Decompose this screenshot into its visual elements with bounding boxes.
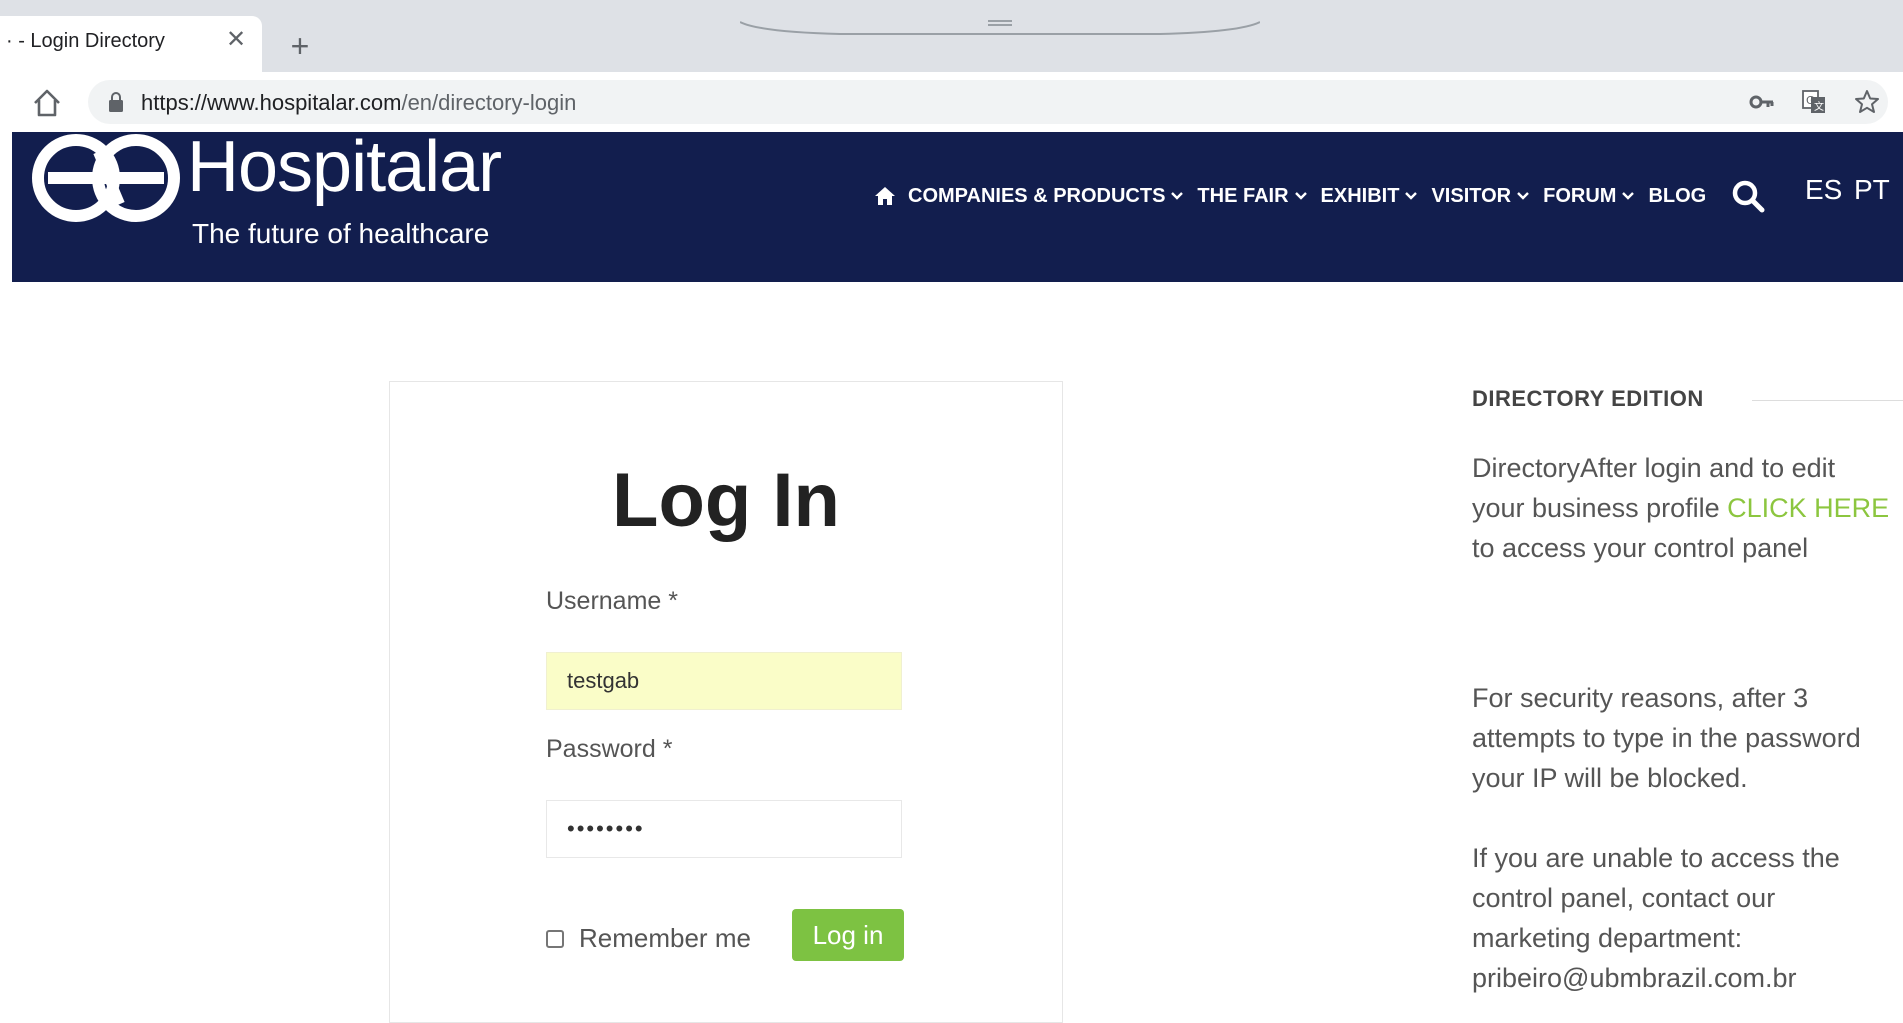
svg-text:文: 文 [1814,100,1824,113]
url-path: /en/directory-login [401,90,577,115]
login-button[interactable]: Log in [792,909,904,961]
sidebar-divider [1752,400,1903,401]
nav-item-label: BLOG [1648,184,1707,207]
translate-icon[interactable]: G 文 [1800,88,1828,116]
remember-me-row: Remember me [546,923,751,954]
nav-item-exhibit[interactable]: EXHIBIT [1321,185,1419,208]
browser-toolbar: https://www.hospitalar.com/en/directory-… [0,72,1903,132]
chevron-down-icon [1517,192,1529,200]
nav-item-label: COMPANIES & PRODUCTS [908,184,1166,207]
home-icon[interactable] [874,186,896,206]
language-es-link[interactable]: ES [1805,174,1842,206]
nav-item-label: VISITOR [1431,184,1512,207]
nav-item-the-fair[interactable]: THE FAIR [1197,185,1307,208]
sidebar-heading: DIRECTORY EDITION [1472,386,1704,411]
main-nav: COMPANIES & PRODUCTS THE FAIR EXHIBIT VI… [874,176,1765,216]
username-label: Username * [546,587,678,615]
nav-item-forum[interactable]: FORUM [1543,185,1635,208]
window-drag-handle-icon[interactable] [740,14,1260,38]
sidebar-paragraph-security: For security reasons, after 3 attempts t… [1472,683,1861,793]
login-card: Log In Username * Password * Remember me… [389,381,1063,1023]
sidebar-paragraph-contact: If you are unable to access the control … [1472,843,1840,993]
nav-item-visitor[interactable]: VISITOR [1431,185,1530,208]
browser-tabstrip: · - Login Directory ✕ + [0,0,1903,72]
tab-close-icon[interactable]: ✕ [222,26,250,54]
nav-item-label: THE FAIR [1197,184,1289,207]
brand-name[interactable]: Hospitalar [187,126,502,208]
key-icon[interactable] [1748,88,1776,116]
password-input[interactable] [546,800,902,858]
remember-me-checkbox[interactable] [546,929,564,948]
password-label: Password * [546,735,673,763]
sidebar-paragraph-login-info: DirectoryAfter login and to edit your bu… [1472,448,1892,568]
new-tab-icon[interactable]: + [282,28,318,64]
nav-item-label: FORUM [1543,184,1617,207]
star-icon[interactable] [1853,88,1881,116]
chevron-down-icon [1294,192,1307,200]
url-text[interactable]: https://www.hospitalar.com/en/directory-… [141,90,576,116]
url-host: https://www.hospitalar.com [141,90,402,115]
nav-item-companies-products[interactable]: COMPANIES & PRODUCTS [908,185,1184,208]
brand-tagline: The future of healthcare [192,218,490,249]
lock-icon[interactable] [106,91,126,113]
nav-item-label: EXHIBIT [1320,184,1400,207]
tab-title: · - Login Directory [6,30,165,52]
login-title: Log In [612,458,840,543]
chevron-down-icon [1405,192,1418,200]
remember-me-label[interactable]: Remember me [579,923,751,954]
username-input[interactable] [546,652,902,710]
language-pt-link[interactable]: PT [1854,174,1890,206]
address-bar[interactable]: https://www.hospitalar.com/en/directory-… [88,80,1888,124]
chevron-down-icon [1622,192,1635,200]
browser-tab-active[interactable]: · - Login Directory ✕ [0,16,262,72]
hospitalar-logo-icon[interactable] [28,132,184,224]
site-header: Hospitalar The future of healthcare COMP… [12,127,1903,282]
sidebar-text: to access your control panel [1472,533,1809,563]
search-icon[interactable] [1731,179,1765,213]
nav-item-blog[interactable]: BLOG [1648,185,1706,208]
chevron-down-icon [1171,192,1184,200]
home-icon[interactable] [30,86,64,120]
click-here-link[interactable]: CLICK HERE [1727,493,1889,523]
